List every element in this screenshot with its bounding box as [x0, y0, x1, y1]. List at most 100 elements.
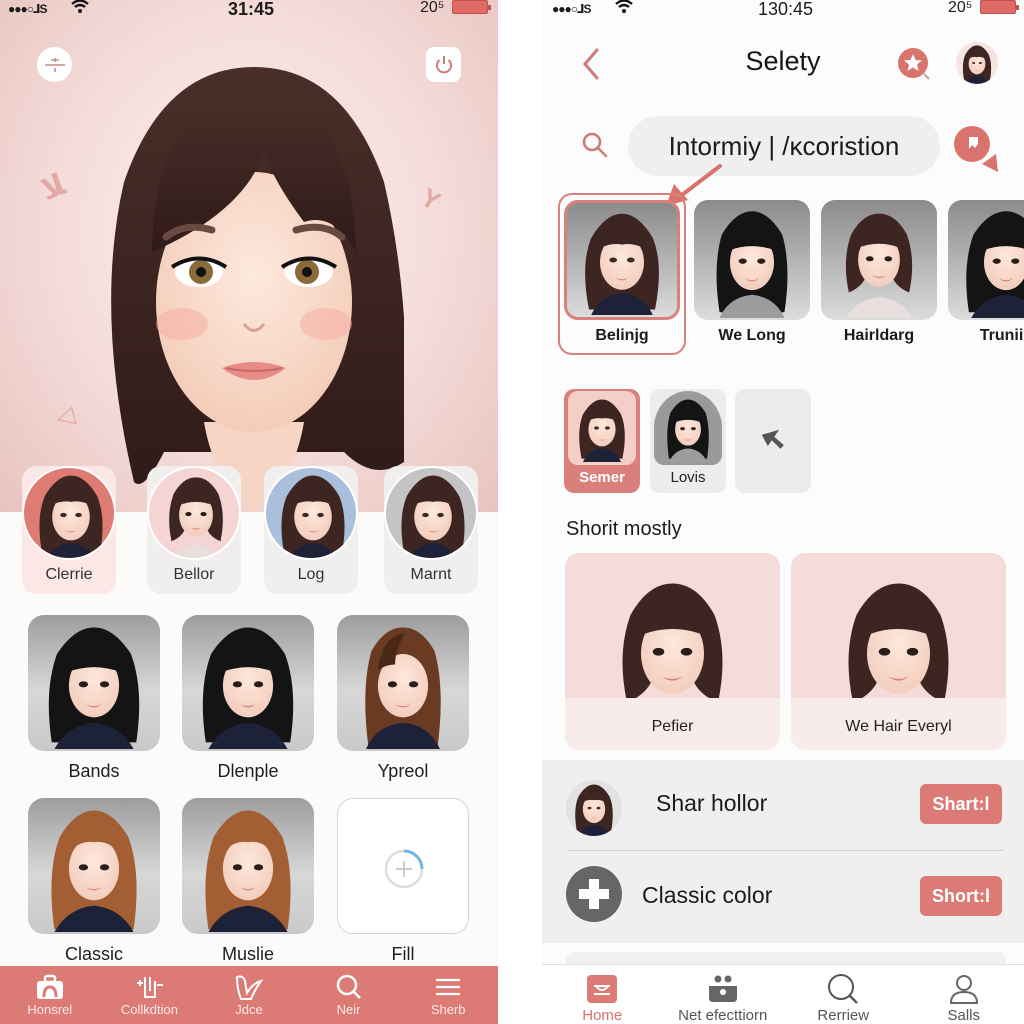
battery-percent: 20⁵: [420, 0, 445, 16]
featured-style-card[interactable]: Log: [264, 466, 358, 594]
nav-item-honsrel[interactable]: Honsrel: [0, 966, 100, 1024]
hairstyle-tile[interactable]: [182, 615, 314, 751]
list-avatar: [566, 780, 622, 836]
tile-label: Ypreol: [377, 761, 429, 781]
style-label: Log: [297, 566, 325, 583]
divide-icon-button[interactable]: [37, 47, 72, 82]
hand-icon: [235, 975, 264, 1000]
nav-label: Collkdtion: [120, 1002, 178, 1017]
nav-item-rerriew[interactable]: Rerriew: [783, 965, 904, 1024]
style-avatar: [147, 466, 241, 560]
nav-label: Neir: [336, 1002, 361, 1017]
battery-icon: [452, 0, 491, 14]
mini-thumbnail: [568, 391, 636, 465]
featured-hairstyle-card[interactable]: Pefier: [565, 553, 780, 750]
user-avatar[interactable]: [956, 42, 998, 84]
faces-icon: [708, 975, 737, 1002]
style-thumbnail: [948, 200, 1024, 320]
style-avatar: [384, 466, 478, 560]
style-name: Belinjg: [595, 327, 649, 344]
star-badge-icon: [898, 48, 930, 80]
nav-item-net-efecttiorn[interactable]: Net efecttiorn: [663, 965, 784, 1024]
tile-label: Dlenple: [217, 761, 279, 781]
bag-icon: [36, 974, 63, 999]
list-item-title: Shar hollor: [656, 790, 768, 816]
short-button[interactable]: Short:l: [920, 876, 1002, 916]
short-button[interactable]: Shart:l: [920, 784, 1002, 824]
featured-style-card[interactable]: Bellor: [147, 466, 241, 594]
status-bar: ●●●○ᒧS 31:45 20⁵: [0, 0, 498, 19]
mini-label: Lovis: [670, 469, 706, 486]
plus-icon: [566, 866, 622, 922]
carousel-style-card[interactable]: Belinjg: [564, 200, 680, 355]
cursor-option[interactable]: [735, 389, 811, 493]
collection-icon: [137, 977, 164, 998]
tile-label: Muslie: [221, 944, 274, 964]
hairstyle-tile[interactable]: [337, 615, 469, 751]
list-item[interactable]: Classic color Short:l: [566, 852, 1002, 942]
favorite-button[interactable]: [896, 46, 936, 82]
search-icon: [582, 132, 608, 158]
carousel-style-card[interactable]: We Long: [694, 200, 810, 355]
mini-style-option[interactable]: Semer: [564, 389, 640, 493]
featured-style-card[interactable]: Marnt: [384, 466, 478, 594]
carousel-style-card[interactable]: Hairldarg: [821, 200, 937, 355]
tile-label: Fill: [391, 944, 415, 964]
wifi-icon: [70, 0, 90, 18]
featured-style-card[interactable]: Clerrie: [22, 466, 116, 594]
search-input-value: Intormiy | /κcoristion: [668, 130, 900, 161]
left-phone-screen: ●●●○ᒧS 31:45 20⁵ ﻼ Y ◁ Clerrie Bellor Lo…: [0, 0, 498, 1024]
nav-label: Net efecttiorn: [678, 1007, 768, 1024]
menu-icon: [436, 978, 461, 996]
style-label: Clerrie: [45, 566, 93, 583]
page-title: Selety: [745, 46, 821, 76]
loading-plus-icon: [384, 849, 424, 889]
nav-label: Honsrel: [27, 1002, 73, 1017]
nav-item-jdce[interactable]: Jdce: [199, 966, 299, 1024]
hero-avatar-face: [111, 67, 404, 512]
list-item[interactable]: Shar hollor Shart:l: [566, 760, 1002, 850]
search-icon: [336, 974, 361, 999]
right-phone-screen: ●●●○ᒧS 130:45 20⁵ Selety Intormiy | /κco…: [542, 0, 1024, 1024]
nav-item-salls[interactable]: Salls: [904, 965, 1024, 1024]
carousel-style-card[interactable]: Truniie: [948, 200, 1024, 355]
mini-thumbnail: [654, 391, 722, 465]
app-screenshot: ●●●○ᒧS 31:45 20⁵ ﻼ Y ◁ Clerrie Bellor Lo…: [0, 0, 1024, 1024]
puzzle-badge-icon: [954, 126, 998, 172]
list-item-title: Classic color: [642, 882, 773, 908]
style-name: Hairldarg: [843, 327, 915, 344]
battery-percent: 20⁵: [948, 0, 973, 16]
cursor-icon: [761, 429, 784, 449]
hairstyle-tile[interactable]: [182, 798, 314, 934]
featured-hairstyle-card[interactable]: We Hair Everyl: [791, 553, 1006, 750]
puzzle-action-button[interactable]: [950, 122, 1002, 174]
nav-item-collection[interactable]: Collkdtion: [100, 966, 200, 1024]
nav-label: Rerriew: [817, 1007, 870, 1024]
nav-item-sherb[interactable]: Sherb: [398, 966, 498, 1024]
power-icon: [435, 55, 452, 73]
style-avatar: [22, 466, 116, 560]
section-title: Shorit mostly: [566, 518, 682, 540]
status-bar: ●●●○ᒧS 130:45 20⁵: [542, 0, 1024, 19]
nav-label: Sherb: [430, 1002, 466, 1017]
mini-label: Semer: [579, 469, 625, 486]
search-button[interactable]: [578, 128, 612, 162]
nav-item-home[interactable]: Home: [542, 965, 663, 1024]
signal-indicator: ●●●○ᒧS: [552, 2, 592, 16]
tile-label: Classic: [64, 944, 123, 964]
bottom-navigation: Honsrel Collkdtion Jdce Neir Sherb: [0, 966, 498, 1024]
list-divider: [568, 850, 1004, 851]
power-button[interactable]: [426, 47, 461, 82]
hairstyle-tile[interactable]: [28, 798, 160, 934]
card-label: We Hair Everyl: [845, 718, 952, 735]
add-style-tile[interactable]: [337, 798, 469, 934]
mini-style-option[interactable]: Lovis: [650, 389, 726, 493]
signal-indicator: ●●●○ᒧS: [8, 2, 48, 16]
style-label: Marnt: [410, 566, 452, 583]
bottom-navigation: Home Net efecttiorn Rerriew Salls: [542, 964, 1024, 1024]
hairstyle-tile[interactable]: [28, 615, 160, 751]
style-label: Bellor: [173, 566, 215, 583]
nav-label: Jdce: [235, 1002, 263, 1017]
search-icon: [828, 974, 859, 1004]
nav-item-neir[interactable]: Neir: [299, 966, 399, 1024]
